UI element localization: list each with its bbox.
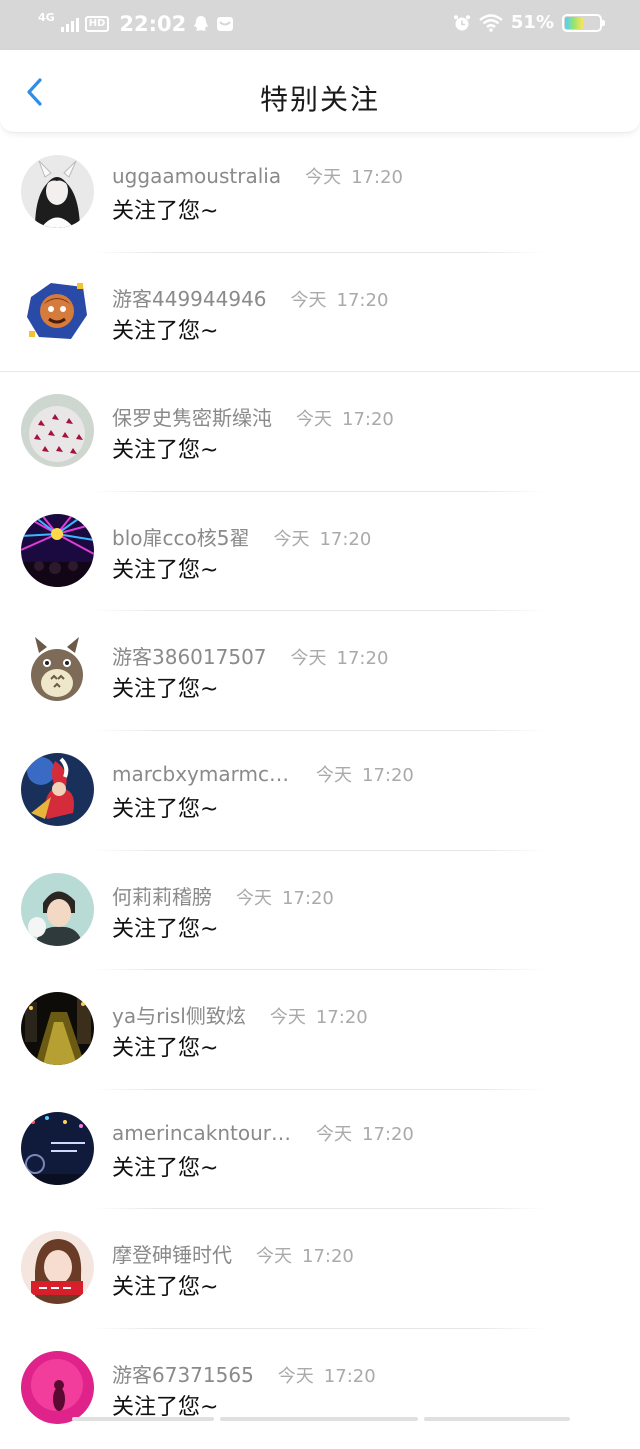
message: 关注了您~ — [112, 438, 219, 464]
username[interactable]: marcbxymarmcj… — [112, 762, 292, 786]
username[interactable]: ya与risl侧致炫 — [112, 1000, 246, 1029]
avatar[interactable] — [21, 633, 94, 707]
avatar[interactable] — [21, 992, 94, 1066]
timestamp-time: 17:20 — [362, 1123, 414, 1145]
item-meta: 游客67371565 今天 17:20 — [112, 1359, 376, 1388]
message: 关注了您~ — [112, 1036, 219, 1062]
list-item[interactable]: blo扉cco核5翟 今天 17:20 关注了您~ — [0, 492, 640, 612]
timestamp-day: 今天 — [236, 887, 272, 909]
wifi-icon — [479, 13, 503, 32]
status-bar: 4G HD 22:02 51% — [0, 0, 640, 50]
message: 关注了您~ — [112, 916, 219, 942]
follow-notification-list: uggaamoustralia 今天 17:20 关注了您~ 游客4499449… — [0, 133, 640, 1449]
username[interactable]: 何莉莉稽膀 — [112, 881, 212, 910]
signal-icon — [60, 16, 79, 32]
avatar[interactable] — [21, 872, 94, 946]
timestamp-day: 今天 — [316, 764, 352, 786]
timestamp-time: 17:20 — [302, 1246, 354, 1268]
item-meta: blo扉cco核5翟 今天 17:20 — [112, 522, 371, 551]
item-meta: 摩登砷锤时代 今天 17:20 — [112, 1239, 354, 1268]
status-left: 4G HD 22:02 — [38, 12, 234, 36]
message: 关注了您~ — [112, 557, 219, 583]
status-time: 22:02 — [119, 12, 187, 36]
timestamp-day: 今天 — [290, 648, 327, 670]
item-meta: amerincakntouri… 今天 17:20 — [112, 1120, 414, 1146]
status-right: 51% — [453, 12, 605, 33]
message: 关注了您~ — [112, 1155, 219, 1181]
username[interactable]: 游客449944946 — [112, 283, 267, 312]
timestamp-time: 17:20 — [336, 289, 389, 311]
hd-icon: HD — [84, 16, 110, 32]
username[interactable]: uggaamoustralia — [112, 164, 281, 188]
timestamp-time: 17:20 — [351, 167, 403, 188]
timestamp-day: 今天 — [256, 1246, 292, 1268]
avatar[interactable] — [21, 394, 94, 468]
list-item[interactable]: amerincakntouri… 今天 17:20 关注了您~ — [0, 1090, 640, 1210]
list-item[interactable]: marcbxymarmcj… 今天 17:20 关注了您~ — [0, 731, 640, 851]
list-item[interactable]: 游客449944946 今天 17:20 关注了您~ — [0, 253, 640, 373]
message: 关注了您~ — [112, 796, 219, 822]
timestamp-time: 17:20 — [323, 1365, 376, 1387]
list-item[interactable]: 何莉莉稽膀 今天 17:20 关注了您~ — [0, 851, 640, 971]
timestamp-time: 17:20 — [319, 528, 372, 550]
item-meta: ya与risl侧致炫 今天 17:20 — [112, 1000, 368, 1029]
timestamp-time: 17:20 — [282, 887, 334, 909]
network-type: 4G — [38, 11, 55, 24]
scroll-indicator-segment — [424, 1417, 570, 1421]
item-meta: 游客386017507 今天 17:20 — [112, 641, 388, 670]
list-item[interactable]: 摩登砷锤时代 今天 17:20 关注了您~ — [0, 1209, 640, 1329]
avatar[interactable] — [21, 1111, 94, 1185]
timestamp-day: 今天 — [316, 1123, 352, 1145]
timestamp-day: 今天 — [277, 1365, 314, 1387]
nav-bar: 特别关注 — [0, 50, 640, 133]
list-item[interactable]: uggaamoustralia 今天 17:20 关注了您~ — [0, 133, 640, 253]
message: 关注了您~ — [112, 677, 219, 703]
timestamp-day: 今天 — [273, 528, 310, 550]
avatar[interactable] — [21, 1350, 94, 1424]
battery-percent: 51% — [510, 12, 554, 33]
username[interactable]: 游客67371565 — [112, 1359, 254, 1388]
timestamp-day: 今天 — [290, 289, 327, 311]
alarm-icon — [453, 14, 470, 30]
timestamp-time: 17:20 — [342, 409, 394, 431]
mail-icon — [217, 17, 234, 31]
page-title: 特别关注 — [259, 83, 380, 116]
list-item[interactable]: 游客386017507 今天 17:20 关注了您~ — [0, 611, 640, 731]
avatar[interactable] — [21, 155, 94, 228]
timestamp-time: 17:20 — [362, 764, 414, 786]
timestamp-time: 17:20 — [336, 648, 389, 670]
message: 关注了您~ — [112, 1275, 219, 1301]
qq-icon — [194, 16, 209, 31]
item-meta: 何莉莉稽膀 今天 17:20 — [112, 881, 334, 910]
list-item[interactable]: 保罗史隽密斯缲沌 今天 17:20 关注了您~ — [0, 372, 640, 492]
item-meta: 游客449944946 今天 17:20 — [112, 283, 388, 312]
battery-level — [565, 16, 584, 29]
avatar[interactable] — [21, 752, 94, 826]
avatar[interactable] — [21, 513, 94, 587]
list-item[interactable]: ya与risl侧致炫 今天 17:20 关注了您~ — [0, 970, 640, 1090]
username[interactable]: amerincakntouri… — [112, 1121, 292, 1145]
bottom-scroll-indicator — [0, 1416, 640, 1422]
item-meta: uggaamoustralia 今天 17:20 — [112, 163, 403, 189]
message: 关注了您~ — [112, 318, 219, 344]
avatar[interactable] — [21, 1231, 94, 1305]
username[interactable]: 摩登砷锤时代 — [112, 1239, 232, 1268]
username[interactable]: 游客386017507 — [112, 641, 267, 670]
scroll-indicator-segment — [72, 1417, 214, 1421]
list-item[interactable]: 游客67371565 今天 17:20 关注了您~ — [0, 1329, 640, 1449]
username[interactable]: blo扉cco核5翟 — [112, 522, 249, 551]
item-meta: 保罗史隽密斯缲沌 今天 17:20 — [112, 402, 394, 431]
timestamp-day: 今天 — [269, 1007, 306, 1029]
item-meta: marcbxymarmcj… 今天 17:20 — [112, 761, 414, 787]
battery-icon — [562, 13, 605, 32]
timestamp-time: 17:20 — [315, 1007, 368, 1029]
avatar[interactable] — [21, 274, 94, 348]
timestamp-day: 今天 — [305, 167, 342, 188]
timestamp-day: 今天 — [296, 409, 332, 431]
scroll-indicator-segment — [220, 1417, 418, 1421]
username[interactable]: 保罗史隽密斯缲沌 — [112, 402, 272, 431]
message: 关注了您~ — [112, 199, 219, 224]
